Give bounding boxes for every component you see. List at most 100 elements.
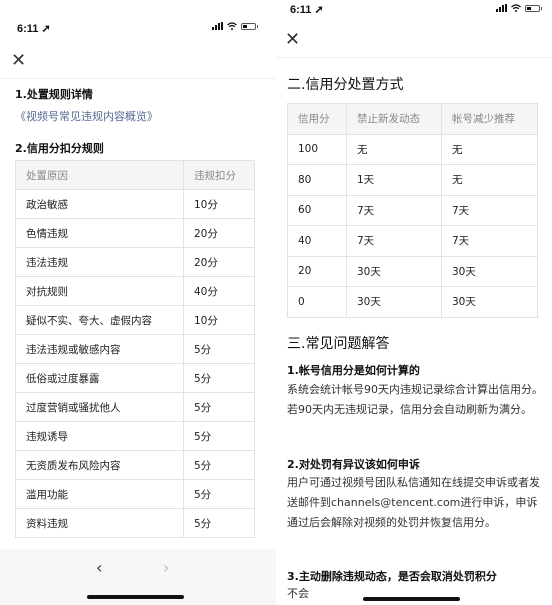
points-cell: 5分 [183, 508, 255, 538]
faq-question: 3.主动删除违规动态，是否会取消处罚积分 [287, 570, 497, 583]
battery-icon [241, 22, 258, 30]
faq-question: 2.对处罚有异议该如何申诉 [287, 458, 420, 471]
reason-cell: 低俗或过度暴露 [15, 363, 184, 393]
signal-icon [212, 22, 223, 30]
table-row: 违规诱导 5分 [15, 421, 255, 451]
battery-icon [525, 4, 542, 12]
faq-answer: 系统会统计帐号90天内违规记录综合计算出信用分。若90天内无违规记录，信用分会自… [287, 383, 543, 416]
recommend-cell: 无 [441, 164, 538, 196]
close-icon[interactable]: ✕ [11, 52, 26, 70]
recommend-cell: 无 [441, 133, 538, 165]
header-divider [276, 57, 552, 58]
reason-cell: 色情违规 [15, 218, 184, 248]
home-indicator[interactable] [363, 597, 460, 601]
recommend-cell: 30天 [441, 255, 538, 287]
points-cell: 10分 [183, 305, 255, 335]
location-arrow-icon: ➚ [314, 4, 324, 16]
reason-cell: 违法违规或敏感内容 [15, 334, 184, 364]
recommend-cell: 30天 [441, 286, 538, 318]
table-row: 40 7天 7天 [287, 225, 538, 257]
ban-cell: 7天 [346, 225, 442, 257]
reason-cell: 滥用功能 [15, 479, 184, 509]
score-cell: 60 [287, 194, 347, 226]
section-title-rules: 1.处置规则详情 [15, 88, 93, 101]
status-icons [212, 22, 258, 30]
table-row: 违法违规 20分 [15, 247, 255, 277]
recommend-cell: 7天 [441, 194, 538, 226]
table-row: 100 无无 [287, 133, 538, 165]
table-header-row: 处置原因 违规扣分 [15, 160, 255, 190]
table-row: 违法违规或敏感内容 5分 [15, 334, 255, 364]
status-icons [496, 4, 542, 12]
signal-icon [496, 4, 507, 12]
points-cell: 5分 [183, 479, 255, 509]
table-row: 资料违规 5分 [15, 508, 255, 538]
left-screen: 6:11 ➚ ✕ 1.处置规则详情 《视频号常见违规内容概览》 2.信用分扣分规… [0, 0, 276, 605]
faq-answer: 用户可通过视频号团队私信通知在线提交申诉或者发送邮件到channels@tenc… [287, 476, 540, 529]
header-deduction: 违规扣分 [183, 160, 255, 190]
points-cell: 5分 [183, 421, 255, 451]
points-cell: 5分 [183, 334, 255, 364]
reason-cell: 无资质发布风险内容 [15, 450, 184, 480]
table-row: 80 1天无 [287, 164, 538, 196]
score-cell: 0 [287, 286, 347, 318]
status-bar: 6:11 ➚ [0, 0, 276, 36]
table-header-row: 信用分 禁止新发动态 帐号减少推荐 [287, 103, 538, 135]
wifi-icon [227, 22, 237, 30]
header-reason: 处置原因 [15, 160, 184, 190]
section-title-penalty: 二.信用分处置方式 [287, 77, 404, 93]
reason-cell: 过度营销或骚扰他人 [15, 392, 184, 422]
status-time: 6:11 ➚ [290, 4, 324, 16]
table-row: 色情违规 20分 [15, 218, 255, 248]
table-row: 滥用功能 5分 [15, 479, 255, 509]
recommend-cell: 7天 [441, 225, 538, 257]
header-reduced-recommend: 帐号减少推荐 [441, 103, 538, 135]
deduction-table: 处置原因 违规扣分 政治敏感 10分 色情违规 20分 违法违规 20分 对抗规则 40… [15, 160, 255, 538]
header-posting-ban: 禁止新发动态 [346, 103, 442, 135]
status-time: 6:11 ➚ [17, 23, 51, 35]
section-title-faq: 三.常见问题解答 [287, 336, 390, 352]
back-chevron-icon[interactable]: ‹ [96, 558, 102, 577]
table-row: 低俗或过度暴露 5分 [15, 363, 255, 393]
reason-cell: 政治敏感 [15, 189, 184, 219]
reason-cell: 资料违规 [15, 508, 184, 538]
header-divider [0, 78, 276, 79]
points-cell: 5分 [183, 392, 255, 422]
home-indicator[interactable] [87, 595, 184, 599]
section-title-deduction: 2.信用分扣分规则 [15, 142, 104, 155]
ban-cell: 无 [346, 133, 442, 165]
points-cell: 20分 [183, 218, 255, 248]
table-row: 60 7天 7天 [287, 194, 538, 226]
ban-cell: 30天 [346, 255, 442, 287]
points-cell: 5分 [183, 363, 255, 393]
table-row: 对抗规则 40分 [15, 276, 255, 306]
table-row: 疑似不实、夸大、虚假内容 10分 [15, 305, 255, 335]
table-row: 过度营销或骚扰他人 5分 [15, 392, 255, 422]
reason-cell: 对抗规则 [15, 276, 184, 306]
table-row: 20 30天 30天 [287, 255, 538, 287]
ban-cell: 30天 [346, 286, 442, 318]
faq-answer: 不会 [287, 587, 309, 600]
score-cell: 40 [287, 225, 347, 257]
header-credit-score: 信用分 [287, 103, 347, 135]
reason-cell: 违法违规 [15, 247, 184, 277]
ban-cell: 1天 [346, 164, 442, 196]
faq-question: 1.帐号信用分是如何计算的 [287, 364, 420, 377]
table-row: 政治敏感 10分 [15, 189, 255, 219]
rules-overview-link[interactable]: 《视频号常见违规内容概览》 [15, 108, 158, 124]
score-cell: 20 [287, 255, 347, 287]
points-cell: 40分 [183, 276, 255, 306]
forward-chevron-icon[interactable]: › [163, 558, 169, 577]
status-bar: 6:11 ➚ [276, 0, 552, 36]
location-arrow-icon: ➚ [41, 23, 51, 35]
table-row: 无资质发布风险内容 5分 [15, 450, 255, 480]
reason-cell: 违规诱导 [15, 421, 184, 451]
table-row: 0 30天 30天 [287, 286, 538, 318]
right-screen: 6:11 ➚ ✕ 二.信用分处置方式 信用分 禁止新发动态 帐号减少推荐 100… [276, 0, 552, 605]
close-icon[interactable]: ✕ [285, 31, 300, 49]
score-cell: 100 [287, 133, 347, 165]
reason-cell: 疑似不实、夸大、虚假内容 [15, 305, 184, 335]
ban-cell: 7天 [346, 194, 442, 226]
points-cell: 10分 [183, 189, 255, 219]
points-cell: 5分 [183, 450, 255, 480]
